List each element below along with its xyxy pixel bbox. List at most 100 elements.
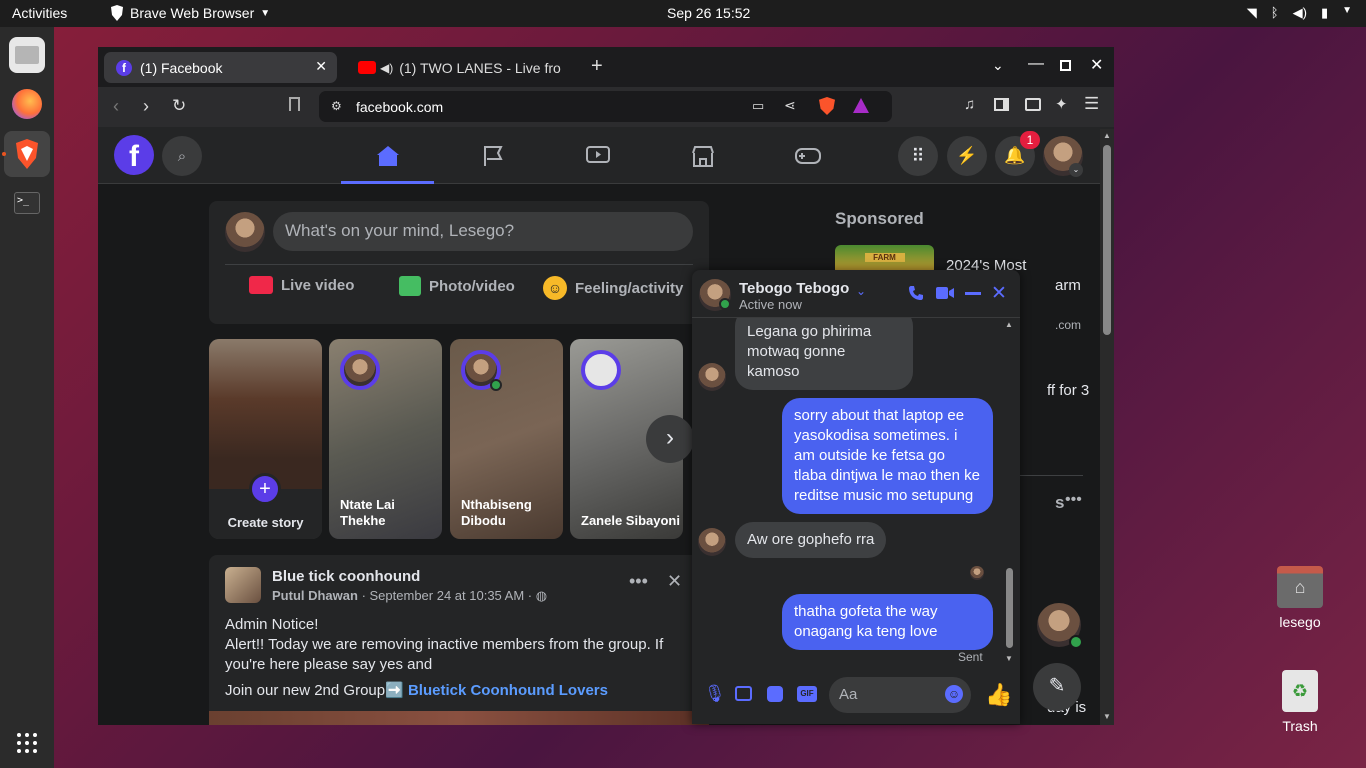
firefox-icon[interactable] — [9, 86, 45, 122]
group-name[interactable]: Blue tick coonhound — [272, 568, 420, 585]
activities-button[interactable]: Activities — [12, 5, 67, 21]
scroll-up-arrow[interactable]: ▲ — [1005, 320, 1013, 329]
live-video-button[interactable]: Live video — [249, 276, 354, 294]
sticker-icon[interactable] — [767, 686, 783, 702]
message-bubble-incoming[interactable]: Aw ore gophefo rra — [735, 522, 887, 558]
youtube-favicon-icon — [358, 61, 376, 74]
brave-icon[interactable] — [9, 136, 45, 172]
nav-gaming[interactable] — [788, 139, 828, 173]
nav-watch[interactable] — [578, 139, 618, 173]
more-options-icon[interactable]: ••• — [1065, 491, 1082, 509]
microphone-icon[interactable]: 🎙 — [704, 684, 726, 704]
home-folder-icon: ⌂ — [1277, 566, 1323, 608]
like-thumbs-up-icon[interactable]: 👍 — [985, 682, 1012, 708]
plus-icon[interactable]: + — [249, 473, 281, 505]
marketplace-icon — [692, 146, 714, 167]
stories-next-button[interactable]: › — [646, 415, 694, 463]
tab-facebook[interactable]: f (1) Facebook ✕ — [104, 52, 337, 83]
brave-rewards-icon[interactable] — [853, 98, 869, 113]
tab-list-chevron-icon[interactable]: ⌄ — [992, 57, 1004, 74]
url-text: facebook.com — [356, 98, 444, 115]
message-bubble-outgoing[interactable]: sorry about that laptop ee yasokodisa so… — [782, 398, 993, 514]
more-options-icon[interactable]: ••• — [629, 571, 648, 592]
message-input[interactable]: Aa ☺ — [829, 677, 971, 713]
contacts-heading: s — [1055, 493, 1065, 512]
terminal-icon[interactable]: >_ — [9, 185, 45, 221]
chevron-down-icon: ▼ — [260, 7, 271, 19]
app-menu[interactable]: Brave Web Browser ▼ — [110, 5, 270, 21]
attach-photo-icon[interactable] — [735, 686, 752, 701]
scrollbar-thumb[interactable] — [1006, 568, 1013, 648]
post-time[interactable]: September 24 at 10:35 AM — [370, 588, 525, 603]
chat-header[interactable]: Tebogo Tebogo Active now ⌄ ✕ — [692, 270, 1020, 318]
create-story-card[interactable]: + Create story — [209, 339, 322, 539]
story-card[interactable]: Ntate Lai Thekhe — [329, 339, 442, 539]
sidebar-toggle-icon[interactable] — [994, 98, 1009, 111]
nav-pages[interactable] — [473, 139, 513, 173]
nav-home-active-underline — [341, 181, 434, 184]
minimize-chat-icon[interactable] — [965, 292, 981, 295]
scroll-down-arrow[interactable]: ▼ — [1005, 654, 1013, 663]
emoji-icon[interactable]: ☺ — [945, 685, 963, 703]
gif-icon[interactable]: GIF — [797, 686, 817, 702]
scrollbar-thumb[interactable] — [1103, 145, 1111, 335]
home-folder-desktop-icon[interactable]: ⌂ lesego — [1265, 566, 1335, 630]
feeling-activity-button[interactable]: ☺ Feeling/activity — [543, 276, 683, 300]
back-button[interactable]: ‹ — [113, 96, 119, 117]
trash-desktop-icon[interactable]: ♻ Trash — [1265, 670, 1335, 734]
composer-input[interactable]: What's on your mind, Lesego? — [273, 212, 693, 251]
menu-icon[interactable]: ☰ — [1084, 94, 1099, 114]
post-image[interactable] — [209, 711, 709, 725]
running-indicator — [2, 152, 6, 156]
story-avatar — [581, 350, 621, 390]
post-author[interactable]: Putul Dhawan — [272, 588, 358, 603]
cast-icon[interactable]: ▭ — [752, 98, 764, 114]
share-icon[interactable]: ⋖ — [784, 97, 796, 114]
close-post-icon[interactable]: ✕ — [667, 571, 682, 592]
reload-button[interactable]: ↻ — [172, 96, 186, 116]
message-bubble-outgoing[interactable]: thatha gofeta the way onagang ka teng lo… — [782, 594, 993, 650]
ad-title-continued[interactable]: arm — [1055, 277, 1081, 294]
message-bubble-incoming[interactable]: Legana go phirima motwaq gonne kamoso — [735, 318, 913, 390]
site-info-icon[interactable]: ⚙ — [331, 99, 342, 113]
scroll-up-arrow[interactable]: ▲ — [1103, 131, 1111, 140]
audio-playing-icon: ◀) — [380, 60, 394, 75]
ad2-title[interactable]: ff for 3 — [1047, 382, 1089, 399]
video-call-icon[interactable] — [936, 286, 954, 300]
story-card[interactable]: Nthabiseng Dibodu — [450, 339, 563, 539]
tab-youtube[interactable]: ◀) (1) TWO LANES - Live fro — [346, 52, 576, 83]
close-tab-icon[interactable]: ✕ — [315, 58, 327, 75]
nav-marketplace[interactable] — [683, 139, 723, 173]
nav-home[interactable] — [368, 139, 408, 173]
brave-shields-icon[interactable] — [819, 97, 835, 115]
bookmark-icon[interactable] — [289, 97, 300, 111]
group-link[interactable]: Bluetick Coonhound Lovers — [408, 682, 608, 699]
show-apps-grid-icon[interactable] — [16, 732, 38, 754]
post-meta: Putul Dhawan · September 24 at 10:35 AM … — [272, 588, 548, 603]
forward-button[interactable]: › — [143, 96, 149, 117]
new-tab-button[interactable]: + — [591, 55, 603, 78]
files-icon[interactable] — [9, 37, 45, 73]
leo-ai-icon[interactable]: ✦ — [1055, 95, 1068, 113]
feeling-activity-label: Feeling/activity — [575, 279, 684, 297]
music-icon[interactable]: ♫ — [964, 96, 975, 113]
phone-icon[interactable] — [908, 285, 924, 301]
clock[interactable]: Sep 26 15:52 — [667, 5, 750, 21]
address-bar[interactable]: ⚙ facebook.com ▭ ⋖ — [319, 91, 892, 122]
maximize-button[interactable] — [1060, 60, 1071, 71]
close-window-button[interactable]: ✕ — [1090, 55, 1103, 75]
volume-icon: ◀) — [1292, 5, 1307, 20]
chevron-down-icon[interactable]: ⌄ — [856, 284, 866, 298]
photo-video-button[interactable]: Photo/video — [399, 276, 515, 296]
wallet-icon[interactable] — [1025, 98, 1041, 111]
close-chat-icon[interactable]: ✕ — [991, 282, 1007, 305]
facebook-logo[interactable]: f — [114, 135, 154, 175]
scroll-down-arrow[interactable]: ▼ — [1103, 712, 1111, 721]
page-scrollbar[interactable]: ▲ ▼ — [1100, 129, 1114, 725]
chat-scrollbar[interactable]: ▲ ▼ — [1004, 320, 1016, 666]
minimize-button[interactable]: — — [1028, 55, 1044, 73]
system-tray[interactable]: ◥ ᛒ ◀) ▮ ▼ — [1247, 5, 1352, 21]
new-message-button[interactable]: ✎ — [1033, 663, 1081, 711]
search-button[interactable]: ⌕ — [162, 136, 202, 176]
chat-contact-name[interactable]: Tebogo Tebogo — [739, 280, 849, 297]
